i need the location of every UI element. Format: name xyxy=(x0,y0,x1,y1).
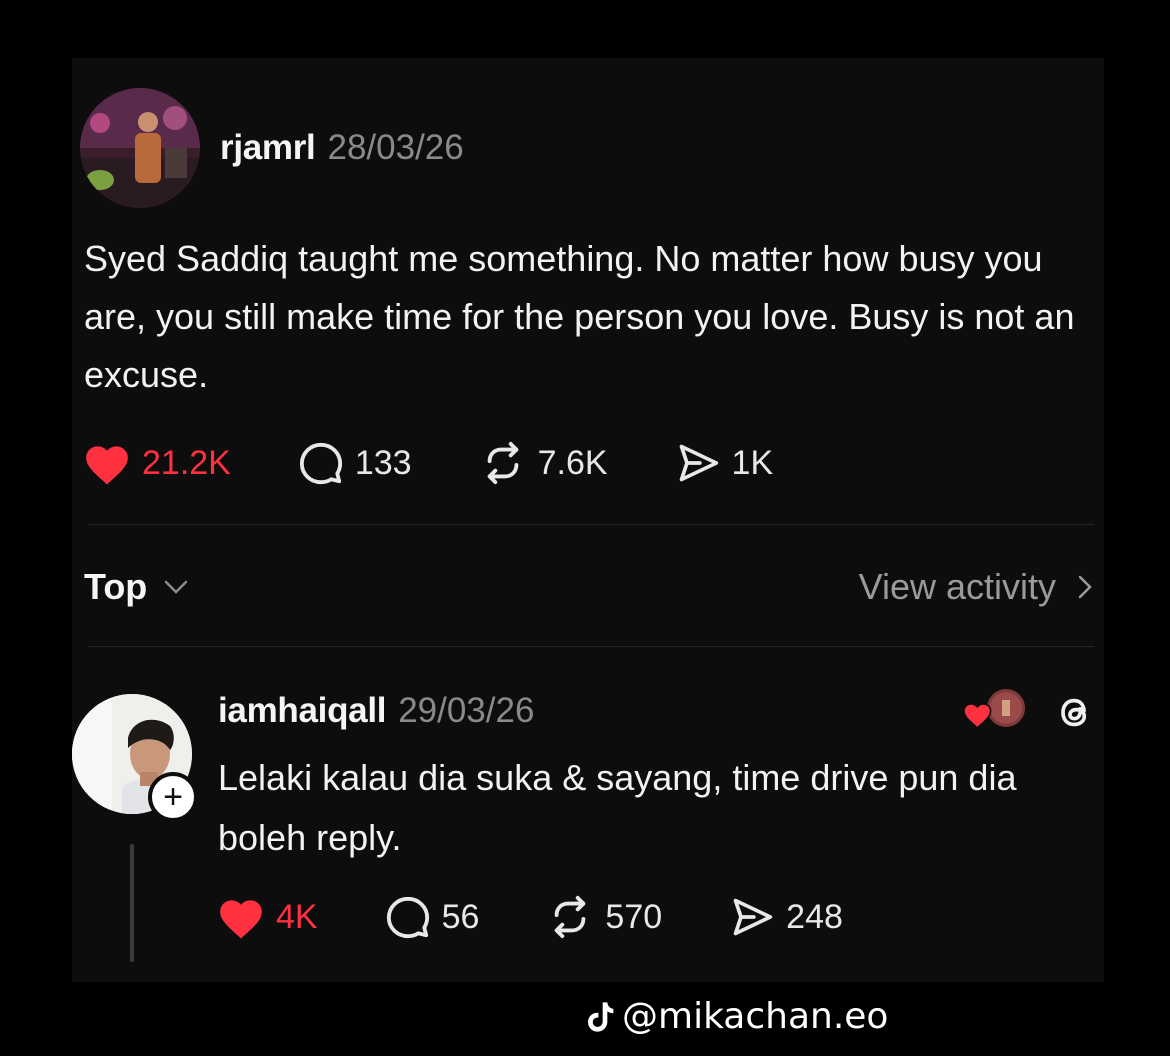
view-activity-label: View activity xyxy=(858,566,1056,607)
repost-icon xyxy=(555,895,586,939)
reply-repost-button[interactable]: 570 xyxy=(545,894,662,940)
post-share-count: 1K xyxy=(731,443,774,482)
reply-date: 29/03/26 xyxy=(398,691,535,730)
post-like-button[interactable]: 21.2K xyxy=(82,440,231,486)
chevron-right-icon xyxy=(1078,575,1092,599)
share-send-icon xyxy=(679,444,718,482)
reply-username[interactable]: iamhaiqall xyxy=(218,691,386,731)
share-send-icon xyxy=(733,898,773,936)
post-repost-count: 7.6K xyxy=(537,443,608,482)
watermark-handle: @mikachan.eo xyxy=(622,996,889,1037)
liked-by-author-indicator xyxy=(960,686,1030,736)
post-actions: 21.2K 133 7.6K 1K xyxy=(82,438,773,488)
reply-author-avatar-wrap: + xyxy=(72,694,198,822)
threads-post-card: rjamrl 28/03/26 Syed Saddiq taught me so… xyxy=(72,58,1104,982)
reply-comment-button[interactable]: 56 xyxy=(384,894,480,940)
post-comment-count: 133 xyxy=(354,443,412,482)
post-username[interactable]: rjamrl xyxy=(220,128,316,168)
reply-like-count: 4K xyxy=(276,897,318,936)
section-divider xyxy=(88,524,1094,525)
reply-header: iamhaiqall 29/03/26 xyxy=(218,688,534,734)
repost-icon xyxy=(487,441,518,485)
post-repost-button[interactable]: 7.6K xyxy=(478,440,608,486)
reply-share-button[interactable]: 248 xyxy=(728,895,843,939)
comment-bubble-icon xyxy=(386,896,429,939)
post-text: Syed Saddiq taught me something. No matt… xyxy=(84,238,1075,395)
reply-comment-count: 56 xyxy=(441,897,480,936)
sort-dropdown[interactable]: Top xyxy=(84,566,191,608)
follow-plus-button[interactable]: + xyxy=(148,772,198,822)
post-header: rjamrl 28/03/26 xyxy=(80,88,464,208)
post-like-count: 21.2K xyxy=(142,443,231,482)
reply-actions: 4K 56 570 248 xyxy=(216,892,843,942)
reply-like-button[interactable]: 4K xyxy=(216,894,318,940)
tiktok-icon xyxy=(588,1001,614,1032)
post-date: 28/03/26 xyxy=(327,128,464,167)
reply-share-count: 248 xyxy=(786,897,843,936)
sort-dropdown-label: Top xyxy=(84,566,148,607)
reply-text: Lelaki kalau dia suka & sayang, time dri… xyxy=(218,757,1017,858)
post-author-avatar[interactable] xyxy=(80,88,200,208)
thread-connector-line xyxy=(130,844,134,962)
heart-icon xyxy=(220,900,262,939)
view-activity-link[interactable]: View activity xyxy=(859,566,1096,608)
post-share-button[interactable]: 1K xyxy=(674,441,774,485)
section-divider xyxy=(88,646,1094,647)
tiktok-watermark: @mikachan.eo xyxy=(584,996,888,1037)
threads-logo-icon[interactable] xyxy=(1052,690,1096,734)
heart-icon xyxy=(86,446,128,485)
reply-repost-count: 570 xyxy=(605,897,663,936)
chevron-down-icon xyxy=(165,580,188,594)
comment-bubble-icon xyxy=(299,442,342,485)
post-comment-button[interactable]: 133 xyxy=(297,440,412,486)
